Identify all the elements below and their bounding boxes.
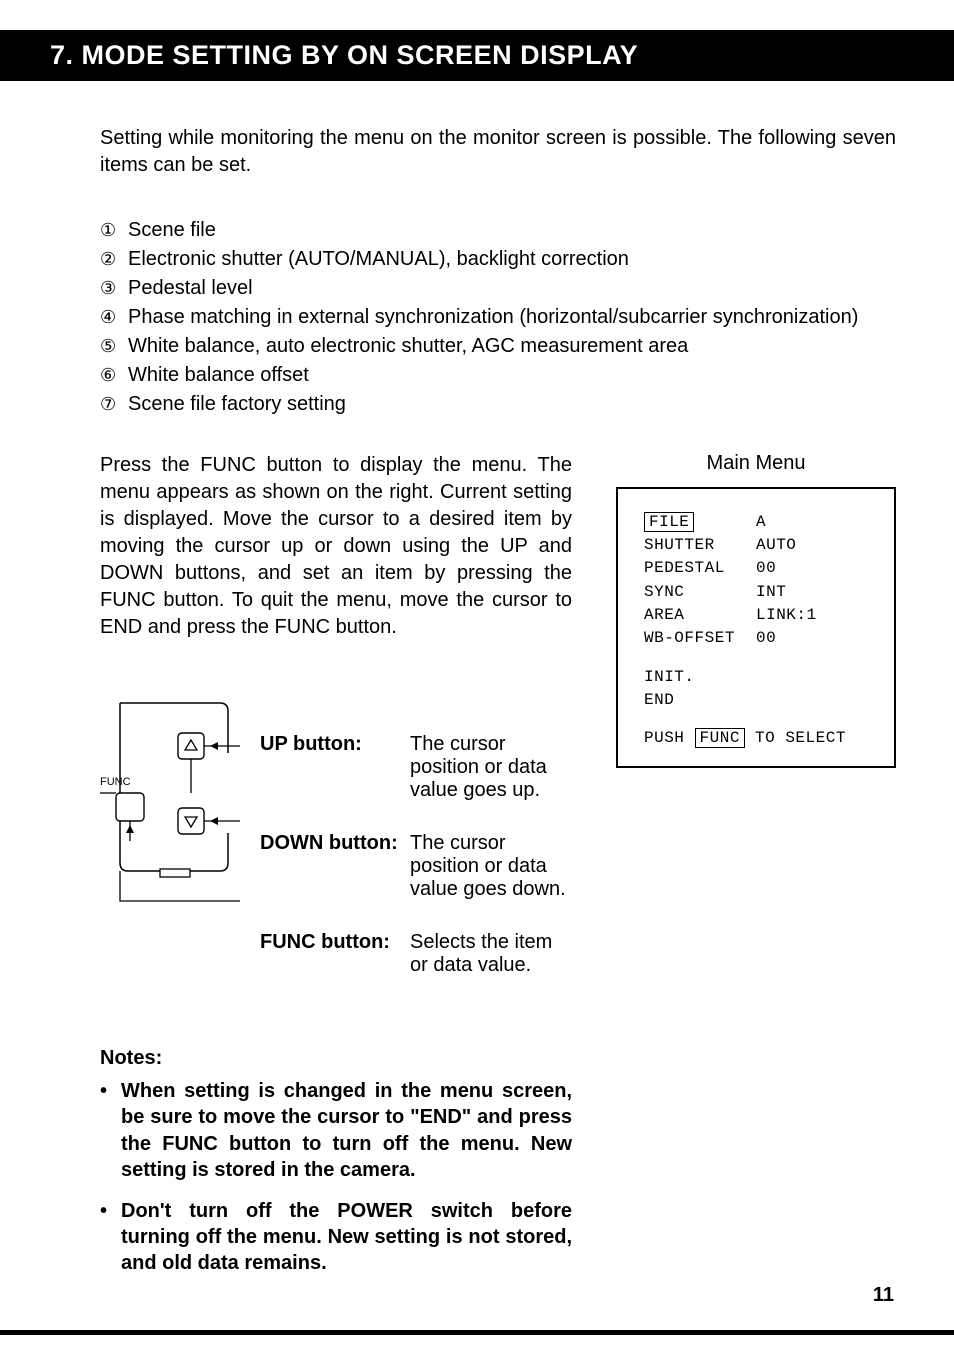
page-content: Setting while monitoring the menu on the… <box>0 125 954 1291</box>
osd-row: END <box>644 689 874 712</box>
bullet-icon: • <box>100 1198 107 1277</box>
func-button-desc: Selects the item or data value. <box>410 931 572 977</box>
list-item: ③ Pedestal level <box>100 277 896 300</box>
circled-number: ④ <box>100 307 122 328</box>
osd-row: INIT. <box>644 666 874 689</box>
circled-number: ② <box>100 249 122 270</box>
section-header: 7. MODE SETTING BY ON SCREEN DISPLAY <box>0 30 954 81</box>
list-item-text: White balance offset <box>128 364 309 386</box>
note-item: • Don't turn off the POWER switch before… <box>100 1198 572 1277</box>
osd-footer-box: FUNC <box>695 728 745 748</box>
bullet-icon: • <box>100 1078 107 1184</box>
osd-row: WB-OFFSET00 <box>644 627 874 650</box>
list-item-text: Electronic shutter (AUTO/MANUAL), backli… <box>128 248 629 270</box>
func-button-label: FUNC button: <box>260 931 410 977</box>
osd-row: PEDESTAL00 <box>644 557 874 580</box>
note-text: Don't turn off the POWER switch before t… <box>121 1198 572 1277</box>
list-item: ⑥ White balance offset <box>100 364 896 387</box>
down-button-desc: The cursor position or data value goes d… <box>410 832 572 901</box>
left-column: Press the FUNC button to display the men… <box>100 452 572 1291</box>
list-item-text: White balance, auto electronic shutter, … <box>128 335 688 357</box>
circled-number: ③ <box>100 278 122 299</box>
notes-heading: Notes: <box>100 1047 572 1070</box>
down-button-label: DOWN button: <box>260 832 410 901</box>
mainmenu-title: Main Menu <box>616 452 896 475</box>
list-item: ① Scene file <box>100 219 896 242</box>
up-button-label: UP button: <box>260 733 410 802</box>
button-diagram: FUNC <box>100 693 250 928</box>
bottom-rule <box>0 1330 954 1335</box>
two-column-section: Press the FUNC button to display the men… <box>100 452 896 1291</box>
list-item-text: Scene file <box>128 219 216 241</box>
osd-val: A <box>756 513 766 531</box>
osd-row: SYNCINT <box>644 581 874 604</box>
list-item-text: Phase matching in external synchronizati… <box>128 306 858 328</box>
osd-row: SHUTTERAUTO <box>644 534 874 557</box>
up-button-desc: The cursor position or data value goes u… <box>410 733 572 802</box>
osd-key: AREA <box>644 604 756 627</box>
osd-key: INIT. <box>644 668 695 686</box>
osd-val: AUTO <box>756 536 796 554</box>
osd-key: END <box>644 691 674 709</box>
osd-val: INT <box>756 583 786 601</box>
osd-footer-pre: PUSH <box>644 729 695 747</box>
osd-key: WB-OFFSET <box>644 627 756 650</box>
osd-selected: FILE <box>644 512 694 532</box>
instructions-paragraph: Press the FUNC button to display the men… <box>100 452 572 641</box>
osd-val: 00 <box>756 559 776 577</box>
note-item: • When setting is changed in the menu sc… <box>100 1078 572 1184</box>
section-title: 7. MODE SETTING BY ON SCREEN DISPLAY <box>50 40 638 70</box>
osd-key: SHUTTER <box>644 534 756 557</box>
osd-footer: PUSH FUNC TO SELECT <box>644 727 874 750</box>
button-descriptions: UP button: The cursor position or data v… <box>260 693 572 1007</box>
osd-menu-box: FILEA SHUTTERAUTO PEDESTAL00 SYNCINT ARE… <box>616 487 896 768</box>
osd-footer-post: TO SELECT <box>745 729 846 747</box>
osd-val: LINK:1 <box>756 606 817 624</box>
svg-text:FUNC: FUNC <box>100 776 131 788</box>
numbered-list: ① Scene file ② Electronic shutter (AUTO/MA… <box>100 219 896 416</box>
circled-number: ⑤ <box>100 336 122 357</box>
circled-number: ⑦ <box>100 394 122 415</box>
osd-val: 00 <box>756 629 776 647</box>
note-text: When setting is changed in the menu scre… <box>121 1078 572 1184</box>
intro-paragraph: Setting while monitoring the menu on the… <box>100 125 896 179</box>
button-diagram-block: FUNC UP button: The <box>100 693 572 1007</box>
osd-row: AREALINK:1 <box>644 604 874 627</box>
list-item: ④ Phase matching in external synchronizat… <box>100 306 896 329</box>
right-column: Main Menu FILEA SHUTTERAUTO PEDESTAL00 S… <box>616 452 896 1291</box>
page-number: 11 <box>873 1284 894 1307</box>
circled-number: ① <box>100 220 122 241</box>
osd-row: FILE A <box>644 511 874 534</box>
osd-key: PEDESTAL <box>644 557 756 580</box>
list-item-text: Scene file factory setting <box>128 393 346 415</box>
circled-number: ⑥ <box>100 365 122 386</box>
list-item-text: Pedestal level <box>128 277 253 299</box>
list-item: ⑦ Scene file factory setting <box>100 393 896 416</box>
list-item: ⑤ White balance, auto electronic shutter,… <box>100 335 896 358</box>
notes-section: Notes: • When setting is changed in the … <box>100 1047 572 1277</box>
osd-key: SYNC <box>644 581 756 604</box>
list-item: ② Electronic shutter (AUTO/MANUAL), backl… <box>100 248 896 271</box>
